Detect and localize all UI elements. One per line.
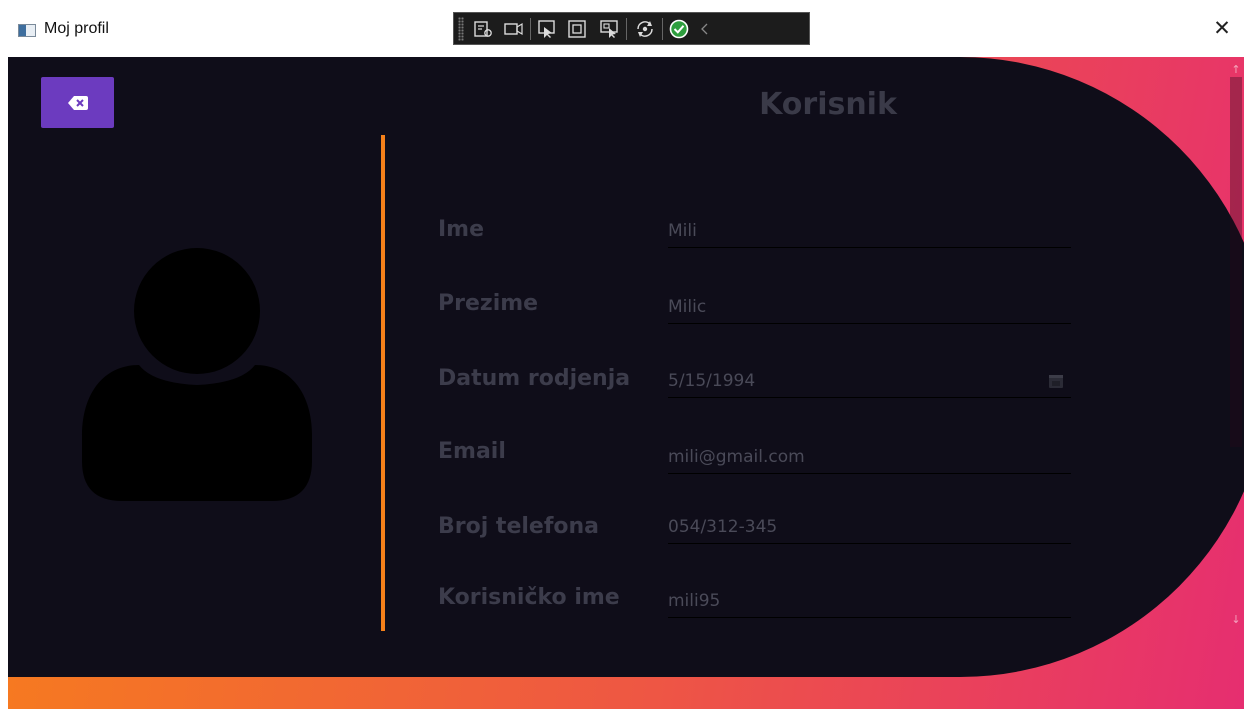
email-value: mili@gmail.com	[668, 447, 805, 467]
username-value: mili95	[668, 591, 721, 611]
username-field[interactable]: mili95	[668, 584, 1071, 618]
toolbar-separator	[662, 18, 663, 40]
backspace-x-icon	[68, 96, 88, 110]
track-focus-icon[interactable]	[598, 19, 620, 39]
first-name-field[interactable]: Mili	[668, 214, 1071, 248]
phone-label: Broj telefona	[438, 514, 600, 539]
title-bar: Moj profil ✕	[0, 0, 1244, 57]
record-icon[interactable]	[502, 19, 524, 39]
layout-adorners-icon[interactable]	[566, 19, 588, 39]
toolbar-grip-icon[interactable]	[458, 17, 464, 41]
scroll-down-icon[interactable]: ↓	[1230, 613, 1242, 627]
collapse-chevron-icon[interactable]	[694, 19, 716, 39]
birth-date-picker[interactable]: 5/15/1994	[668, 364, 1071, 398]
first-name-label: Ime	[438, 217, 485, 242]
email-label: Email	[438, 439, 506, 464]
username-label: Korisničko ime	[438, 585, 620, 610]
last-name-field[interactable]: Milic	[668, 290, 1071, 324]
user-silhouette-icon	[82, 248, 312, 501]
email-field[interactable]: mili@gmail.com	[668, 440, 1071, 474]
live-visual-tree-icon[interactable]	[472, 19, 494, 39]
birth-date-value: 5/15/1994	[668, 371, 756, 391]
hot-reload-icon[interactable]	[634, 19, 656, 39]
phone-value: 054/312-345	[668, 517, 778, 537]
window-title: Moj profil	[44, 20, 109, 37]
back-button[interactable]	[41, 77, 114, 128]
calendar-icon[interactable]	[1048, 373, 1064, 389]
vertical-divider	[381, 135, 385, 631]
debug-toolbar	[453, 12, 810, 45]
toolbar-separator	[626, 18, 627, 40]
vertical-scrollbar[interactable]: ↑ ↓	[1228, 57, 1244, 642]
scroll-up-icon[interactable]: ↑	[1230, 63, 1242, 77]
profile-window-content: ↑ ↓ Korisnik Ime Mili Prezime Milic Datu…	[8, 57, 1244, 709]
first-name-value: Mili	[668, 221, 697, 241]
last-name-value: Milic	[668, 297, 707, 317]
toolbar-separator	[530, 18, 531, 40]
window-app-icon	[18, 24, 36, 37]
select-element-icon[interactable]	[536, 19, 558, 39]
binding-ok-icon[interactable]	[668, 19, 690, 39]
birth-date-label: Datum rodjenja	[438, 366, 631, 391]
page-title: Korisnik	[759, 87, 897, 122]
last-name-label: Prezime	[438, 291, 539, 316]
phone-field[interactable]: 054/312-345	[668, 510, 1071, 544]
scrollbar-thumb[interactable]	[1230, 77, 1242, 447]
close-icon[interactable]: ✕	[1210, 16, 1234, 40]
